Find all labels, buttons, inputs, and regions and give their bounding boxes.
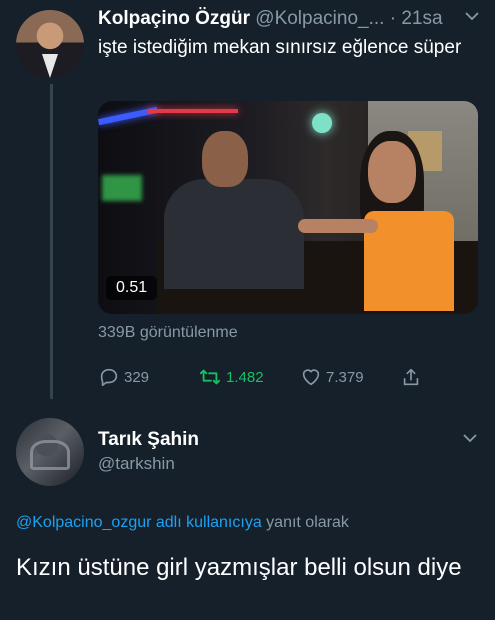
- tweet-text: işte istediğim mekan sınırsız eğlence sü…: [98, 37, 462, 58]
- video-duration-badge: 0.51: [106, 276, 158, 300]
- retweet-count: 1.482: [226, 368, 264, 386]
- like-count: 7.379: [326, 368, 364, 386]
- heart-icon: [300, 366, 322, 388]
- chevron-down-icon[interactable]: [464, 8, 480, 29]
- tweet-actions: 329 1.482 7.379: [98, 366, 478, 392]
- author-handle[interactable]: @tarkshin: [98, 454, 175, 474]
- view-count: 339B görüntülenme: [98, 324, 238, 341]
- tweet-detail-page: Kolpaçino Özgür @Kolpacino_... · 21sa iş…: [0, 0, 495, 620]
- share-button[interactable]: [400, 366, 422, 388]
- reply-count: 329: [124, 368, 150, 386]
- retweet-icon: [198, 366, 222, 388]
- share-icon: [400, 366, 422, 388]
- tweet-header: Kolpaçino Özgür @Kolpacino_... · 21sa: [98, 8, 443, 30]
- avatar[interactable]: [16, 418, 84, 486]
- reply-to-link[interactable]: @Kolpacino_ozgur adlı kullanıcıya: [16, 514, 262, 531]
- author-handle[interactable]: @Kolpacino_...: [255, 8, 384, 29]
- tweet-timestamp[interactable]: 21sa: [401, 8, 442, 29]
- chevron-down-icon[interactable]: [462, 430, 478, 451]
- reply-icon: [98, 366, 120, 388]
- separator-dot: ·: [389, 8, 397, 29]
- reply-to-suffix: yanıt olarak: [266, 514, 349, 531]
- author-name[interactable]: Kolpaçino Özgür: [98, 8, 250, 29]
- thread-line: [50, 84, 53, 399]
- retweet-button[interactable]: 1.482: [198, 366, 264, 388]
- author-name[interactable]: Tarık Şahin: [98, 429, 199, 451]
- reply-context: @Kolpacino_ozgur adlı kullanıcıya yanıt …: [16, 514, 349, 532]
- video-player[interactable]: 0.51: [98, 101, 478, 314]
- avatar[interactable]: [16, 10, 84, 78]
- like-button[interactable]: 7.379: [300, 366, 364, 388]
- tweet-text: Kızın üstüne girl yazmışlar belli olsun …: [16, 554, 462, 581]
- reply-button[interactable]: 329: [98, 366, 149, 388]
